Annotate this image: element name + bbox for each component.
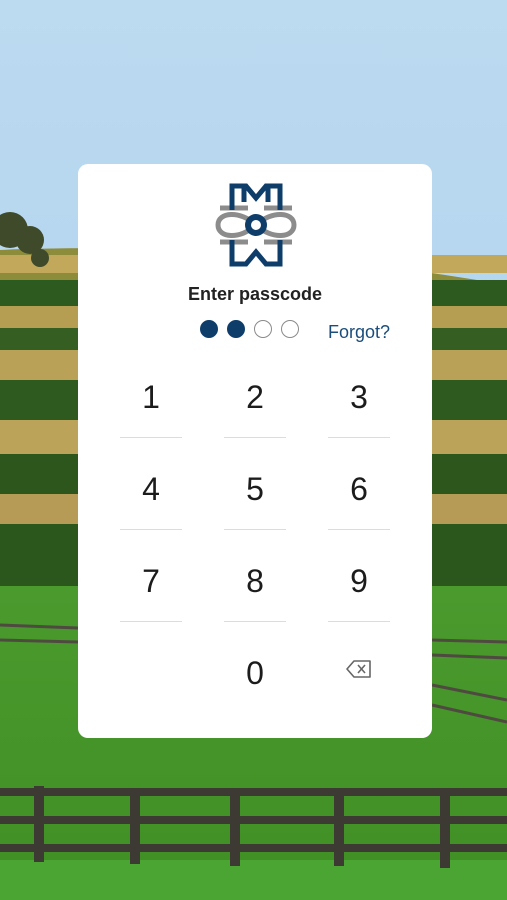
monogram-logo-icon	[215, 183, 297, 267]
key-3[interactable]: 3	[328, 366, 390, 438]
backspace-icon[interactable]	[346, 660, 372, 678]
key-9[interactable]: 9	[328, 550, 390, 622]
passcode-card: Enter passcode Forgot? 1 2 3 4 5 6 7 8 9…	[78, 164, 432, 738]
passcode-dots	[200, 320, 299, 342]
passcode-dot	[254, 320, 272, 338]
key-1[interactable]: 1	[120, 366, 182, 438]
key-6[interactable]: 6	[328, 458, 390, 530]
passcode-title: Enter passcode	[187, 284, 323, 304]
key-0[interactable]: 0	[224, 642, 286, 714]
passcode-dot	[281, 320, 299, 338]
key-5[interactable]: 5	[224, 458, 286, 530]
passcode-dot	[200, 320, 218, 338]
passcode-dot	[227, 320, 245, 338]
key-4[interactable]: 4	[120, 458, 182, 530]
forgot-link[interactable]: Forgot?	[328, 322, 390, 343]
key-2[interactable]: 2	[224, 366, 286, 438]
key-8[interactable]: 8	[224, 550, 286, 622]
key-7[interactable]: 7	[120, 550, 182, 622]
